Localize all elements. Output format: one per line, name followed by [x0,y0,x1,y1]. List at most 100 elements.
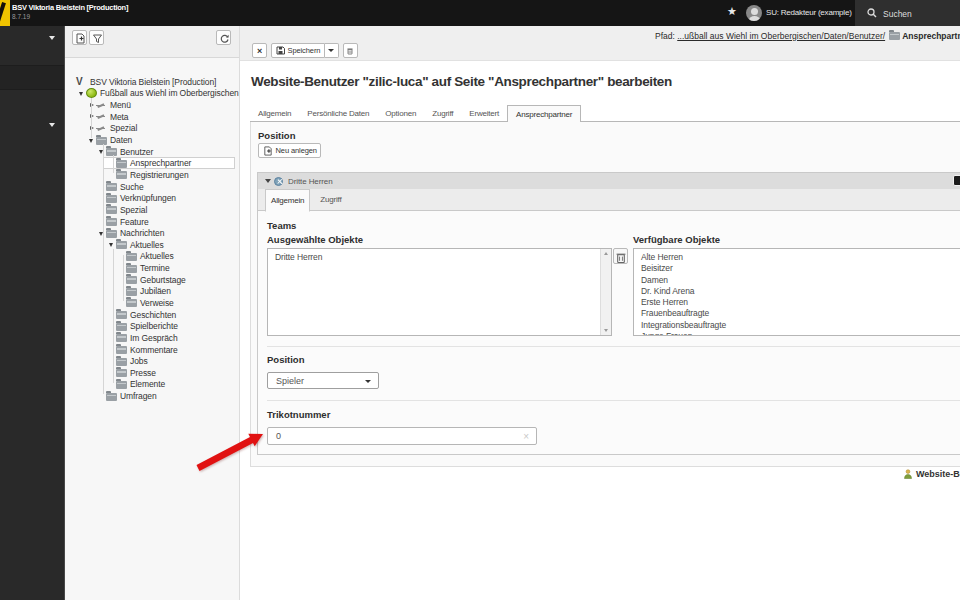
collapse-chevron-icon[interactable] [265,179,271,183]
tree-item-label[interactable]: Nachrichten [120,228,164,238]
tree-item-label[interactable]: BSV Viktoria Bielstein [Production] [90,77,216,87]
list-item[interactable]: Frauenbeauftragte [634,308,960,319]
tab-allgemein[interactable]: Allgemein [265,189,310,212]
tree-item-label[interactable]: Ansprechpartner [130,158,191,168]
new-page-button[interactable] [72,30,87,45]
tree-item-label[interactable]: Daten [110,135,132,145]
close-button[interactable]: × [252,43,267,58]
list-item[interactable]: Dr. Kind Arena [634,286,960,297]
tab-pers-nliche-daten[interactable]: Persönliche Daten [299,105,377,122]
tree-item-label[interactable]: Spezial [120,205,147,215]
tree-item[interactable]: Verweise [65,297,239,309]
tree-item-label[interactable]: Geschichten [130,310,176,320]
tab-zugriff[interactable]: Zugriff [424,105,461,122]
list-item[interactable]: Damen [634,275,960,286]
remove-record-icon[interactable] [274,177,283,186]
tree-item[interactable]: Ansprechpartner [65,157,239,169]
tab-allgemein[interactable]: Allgemein [250,105,299,122]
panel-header[interactable]: Dritte Herren [258,173,960,189]
tree-item[interactable]: BSV Viktoria Bielstein [Production] [65,76,239,88]
tree-item-label[interactable]: Suche [120,182,144,192]
tree-item[interactable]: Feature [65,216,239,228]
search-area[interactable]: Suchen [855,0,960,26]
tree-item-label[interactable]: Feature [120,217,149,227]
list-item[interactable]: Beisitzer [634,263,960,274]
tree-item[interactable]: Presse [65,367,239,379]
tree-item-label[interactable]: Kommentare [130,345,178,355]
delete-button[interactable] [343,43,358,58]
tree-item[interactable]: Jubiläen [65,286,239,298]
remove-item-button[interactable] [613,248,628,264]
module-collapse-icon[interactable] [49,36,55,40]
tree-item-label[interactable]: Jobs [130,356,148,366]
position-select[interactable]: Spieler [267,372,379,389]
list-item[interactable]: Alte Herren [634,252,960,263]
selected-objects-list[interactable]: Dritte Herren [267,248,612,336]
expand-right-icon[interactable] [88,101,96,109]
tab-optionen[interactable]: Optionen [377,105,424,122]
trikotnummer-input[interactable]: 0 × [267,427,537,445]
tree-item-label[interactable]: Im Gespräch [130,333,178,343]
tree-item-label[interactable]: Registrierungen [130,170,189,180]
tree-item-label[interactable]: Geburtstage [140,275,186,285]
bookmark-star-icon[interactable]: ★ [727,5,737,18]
tree-item-label[interactable]: Presse [130,368,156,378]
module-collapse-icon-2[interactable] [49,123,55,127]
tree-item[interactable]: Benutzer [65,146,239,158]
tab-zugriff[interactable]: Zugriff [315,189,346,211]
tree-item-label[interactable]: Fußball aus Wiehl im Oberbergischen [100,88,239,98]
tree-item[interactable]: Termine [65,262,239,274]
tree-item-label[interactable]: Elemente [130,379,165,389]
tree-item-label[interactable]: Verknüpfungen [120,193,176,203]
list-item[interactable]: Dritte Herren [268,252,599,263]
available-objects-list[interactable]: Alte HerrenBeisitzerDamenDr. Kind ArenaE… [633,248,960,336]
refresh-button[interactable] [216,30,231,45]
clear-input-icon[interactable]: × [523,428,529,445]
drag-handle-icon[interactable] [953,175,960,186]
tree-item[interactable]: Kommentare [65,344,239,356]
tree-item[interactable]: Aktuelles [65,251,239,263]
listbox-scrollbar[interactable] [600,249,611,335]
tab-ansprechpartner[interactable]: Ansprechpartner [507,105,581,123]
tree-item-label[interactable]: Aktuelles [140,251,174,261]
tree-item[interactable]: Im Gespräch [65,332,239,344]
save-options-caret[interactable] [325,43,339,58]
tree-item-label[interactable]: Termine [140,263,170,273]
logged-in-user[interactable]: SU: Redakteur (example) [766,8,852,17]
list-item[interactable]: Junge Frauen [634,331,960,336]
tree-item[interactable]: Aktuelles [65,239,239,251]
tree-item[interactable]: Suche [65,181,239,193]
module-group-active[interactable] [0,65,64,90]
list-item[interactable]: Erste Herren [634,297,960,308]
tree-item-label[interactable]: Verweise [140,298,174,308]
path-link[interactable]: ...ußball aus Wiehl im Oberbergischen/Da… [677,31,885,41]
tree-item[interactable]: Verknüpfungen [65,192,239,204]
tree-item-label[interactable]: Menü [110,100,131,110]
tree-item[interactable]: Spielberichte [65,320,239,332]
tree-item-label[interactable]: Meta [110,112,129,122]
tree-item[interactable]: Jobs [65,355,239,367]
tree-item-label[interactable]: Spielberichte [130,321,178,331]
tree-item-label[interactable]: Umfragen [120,391,157,401]
expand-right-icon[interactable] [88,124,96,132]
tree-item[interactable]: Nachrichten [65,227,239,239]
tree-item[interactable]: Elemente [65,379,239,391]
tree-item[interactable]: Registrierungen [65,169,239,181]
tree-item[interactable]: Geschichten [65,309,239,321]
expand-down-icon[interactable] [88,136,96,144]
tree-item[interactable]: Spezial [65,204,239,216]
tree-item-label[interactable]: Aktuelles [130,240,164,250]
user-avatar[interactable] [746,5,762,21]
tree-item[interactable]: Geburtstage [65,274,239,286]
list-item[interactable]: Integrationsbeauftragte [634,320,960,331]
filter-button[interactable] [89,30,104,45]
expand-down-icon[interactable] [108,241,116,249]
tree-item-label[interactable]: Jubiläen [140,286,171,296]
save-button[interactable]: Speichern [271,43,325,58]
expand-down-icon[interactable] [78,89,86,97]
tree-item[interactable]: Umfragen [65,390,239,402]
expand-down-icon[interactable] [98,229,106,237]
tree-item-label[interactable]: Benutzer [120,147,153,157]
tree-item-label[interactable]: Spezial [110,123,137,133]
new-record-button[interactable]: Neu anlegen [258,143,321,158]
